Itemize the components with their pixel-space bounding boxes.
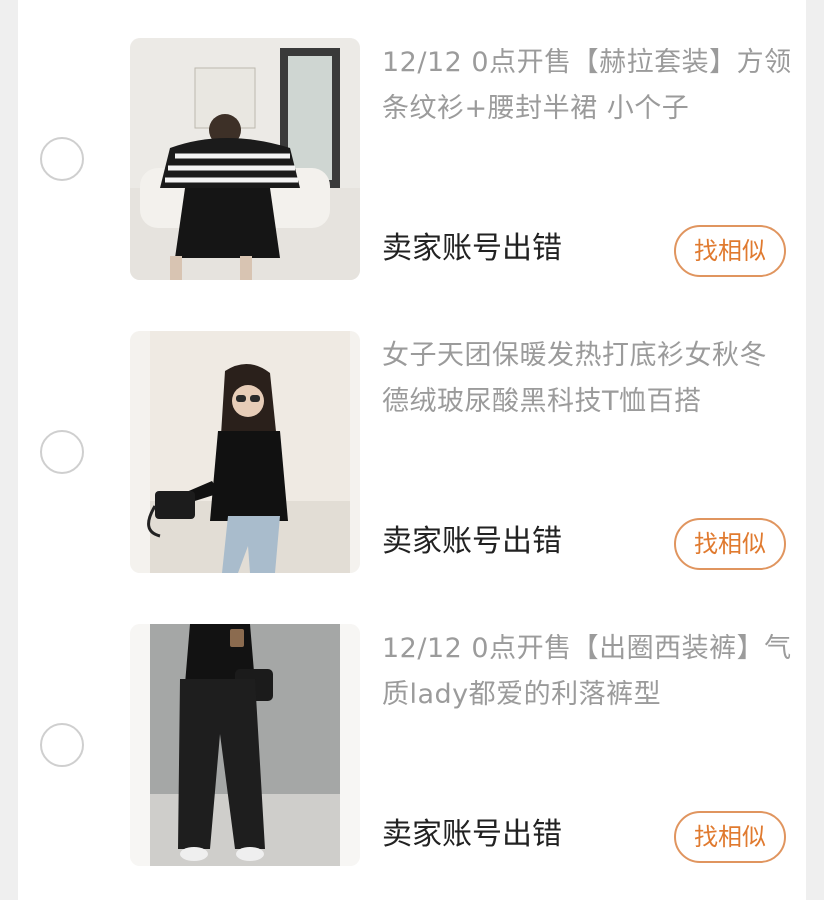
product-title[interactable]: 12/12 0点开售【出圈西装裤】气质lady都爱的利落裤型 (382, 626, 792, 718)
product-photo-black-turtleneck (130, 331, 360, 573)
cart-invalid-list: 12/12 0点开售【赫拉套装】方领条纹衫+腰封半裙 小个子 卖家账号出错 找相… (18, 0, 806, 900)
product-photo-black-trousers (130, 624, 360, 866)
select-radio[interactable] (40, 723, 84, 767)
select-radio[interactable] (40, 137, 84, 181)
status-text: 卖家账号出错 (382, 524, 562, 559)
find-similar-button[interactable]: 找相似 (674, 225, 786, 277)
product-photo-striped-top (130, 38, 360, 280)
list-item[interactable]: 女子天团保暖发热打底衫女秋冬德绒玻尿酸黑科技T恤百搭 卖家账号出错 找相似 (18, 293, 806, 585)
product-title[interactable]: 12/12 0点开售【赫拉套装】方领条纹衫+腰封半裙 小个子 (382, 40, 792, 132)
find-similar-button[interactable]: 找相似 (674, 811, 786, 863)
product-image[interactable] (130, 38, 360, 280)
list-item[interactable]: 12/12 0点开售【出圈西装裤】气质lady都爱的利落裤型 卖家账号出错 找相… (18, 586, 806, 878)
select-radio[interactable] (40, 430, 84, 474)
list-item[interactable]: 12/12 0点开售【赫拉套装】方领条纹衫+腰封半裙 小个子 卖家账号出错 找相… (18, 0, 806, 292)
status-text: 卖家账号出错 (382, 817, 562, 852)
find-similar-button[interactable]: 找相似 (674, 518, 786, 570)
product-image[interactable] (130, 624, 360, 866)
product-image[interactable] (130, 331, 360, 573)
product-title[interactable]: 女子天团保暖发热打底衫女秋冬德绒玻尿酸黑科技T恤百搭 (382, 333, 792, 425)
status-text: 卖家账号出错 (382, 231, 562, 266)
